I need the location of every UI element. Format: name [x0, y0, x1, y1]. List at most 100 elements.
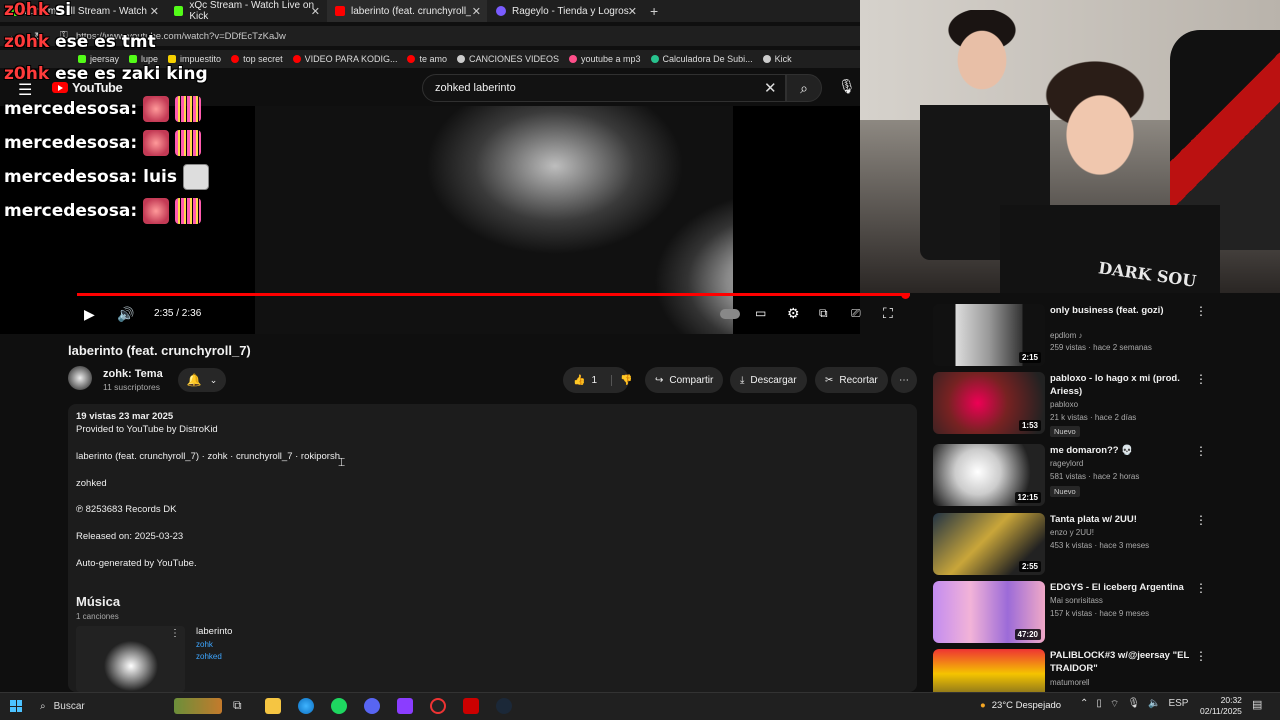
- channel-name[interactable]: zohk: Tema: [103, 368, 163, 380]
- recommendation-channel[interactable]: Mai sonrisitass: [1050, 596, 1103, 605]
- recommendation-title[interactable]: PALIBLOCK#3 w/@jeersay "EL TRAIDOR": [1050, 649, 1190, 675]
- video-thumbnail[interactable]: 2:55: [933, 513, 1045, 575]
- recommendation-channel[interactable]: rageylord: [1050, 459, 1083, 468]
- weather-widget[interactable]: ● 23°C Despejado: [980, 700, 1061, 711]
- spotify-icon[interactable]: [331, 698, 347, 714]
- more-icon[interactable]: ⋮: [1195, 372, 1207, 386]
- new-tab-icon[interactable]: +: [650, 3, 658, 19]
- tab-xqc[interactable]: xQc Stream - Watch Live on Kick ✕: [166, 0, 326, 22]
- video-thumbnail[interactable]: 47:20: [933, 581, 1045, 643]
- close-icon[interactable]: ✕: [311, 5, 320, 18]
- tab-rageylo[interactable]: Rageylo - Tienda y Logros ✕: [488, 0, 643, 22]
- kick-icon: [78, 55, 86, 63]
- more-icon[interactable]: ⋮: [1195, 444, 1207, 458]
- list-item[interactable]: 2:55 Tanta plata w/ 2UU! enzo y 2UU! 453…: [933, 513, 1273, 577]
- bell-icon: 🔔: [186, 373, 202, 387]
- bookmark-impuestito[interactable]: impuestito: [168, 54, 221, 64]
- steam-icon[interactable]: [496, 698, 512, 714]
- cast-icon[interactable]: ⎚: [851, 306, 861, 321]
- microphone-icon[interactable]: 🎙: [1127, 698, 1140, 711]
- bookmark-youtube-mp3[interactable]: youtube a mp3: [569, 54, 641, 64]
- bookmark-kick[interactable]: Kick: [762, 54, 792, 64]
- language-indicator[interactable]: ESP: [1168, 698, 1188, 711]
- song-thumbnail[interactable]: [76, 626, 185, 692]
- recommendation-title[interactable]: me domaron?? 💀: [1050, 444, 1190, 457]
- calculator-icon: [650, 55, 659, 63]
- song-artist[interactable]: zohk: [196, 640, 213, 649]
- video-app-icon[interactable]: [463, 698, 479, 714]
- thumbs-down-icon[interactable]: 👎: [611, 374, 632, 386]
- video-thumbnail[interactable]: [933, 649, 1045, 692]
- thumbs-up-icon: 👍: [573, 374, 586, 386]
- fullscreen-icon[interactable]: ⛶: [883, 305, 893, 322]
- discord-icon[interactable]: [364, 698, 380, 714]
- clip-button[interactable]: ✂ Recortar: [815, 367, 888, 393]
- bookmark-lupe[interactable]: lupe: [129, 54, 158, 64]
- like-button[interactable]: 👍 1 👎: [563, 367, 632, 393]
- song-album[interactable]: zohked: [196, 652, 222, 661]
- recommendation-channel[interactable]: pabloxo: [1050, 400, 1078, 409]
- windows-start-icon[interactable]: [10, 700, 22, 712]
- bookmark-canciones[interactable]: CANCIONES VIDEOS: [456, 54, 559, 64]
- description-panel[interactable]: 19 vistas 23 mar 2025 Provided to YouTub…: [68, 404, 917, 692]
- bookmark-calculadora[interactable]: Calculadora De Subi...: [650, 54, 753, 64]
- video-thumbnail[interactable]: 2:15: [933, 304, 1045, 366]
- miniplayer-icon[interactable]: ⧉: [819, 306, 828, 321]
- bookmark-jeersay[interactable]: jeersay: [78, 54, 119, 64]
- subtitles-icon[interactable]: ▭: [755, 306, 766, 320]
- more-icon[interactable]: ⋮: [1195, 304, 1207, 318]
- song-title[interactable]: laberinto: [196, 626, 232, 637]
- more-actions-button[interactable]: ⋯: [891, 367, 917, 393]
- close-icon[interactable]: ✕: [472, 5, 481, 18]
- list-item[interactable]: 12:15 me domaron?? 💀 rageylord 581 vista…: [933, 444, 1273, 508]
- more-icon[interactable]: ⋮: [1195, 513, 1207, 527]
- network-icon[interactable]: ⌔: [1110, 698, 1119, 711]
- list-item[interactable]: 47:20 EDGYS - El iceberg Argentina Mai s…: [933, 581, 1273, 645]
- battery-icon[interactable]: ▯: [1096, 698, 1102, 711]
- chevron-up-icon[interactable]: ⌃: [1080, 698, 1088, 711]
- autoplay-toggle[interactable]: [720, 309, 740, 319]
- file-explorer-icon[interactable]: [265, 698, 281, 714]
- more-icon[interactable]: ⋮: [1195, 649, 1207, 663]
- video-thumbnail[interactable]: 12:15: [933, 444, 1045, 506]
- edge-icon[interactable]: [298, 698, 314, 714]
- list-item[interactable]: 1:53 pabloxo - lo hago x mi (prod. Aries…: [933, 372, 1273, 437]
- volume-icon[interactable]: 🔈: [1148, 698, 1160, 711]
- bookmark-top-secret[interactable]: top secret: [231, 54, 283, 64]
- taskbar-clock[interactable]: 20:32 02/11/2025: [1200, 695, 1242, 717]
- notifications-icon[interactable]: ▤: [1252, 698, 1262, 711]
- close-icon[interactable]: ✕: [628, 5, 637, 18]
- settings-icon[interactable]: ⚙: [787, 305, 800, 322]
- recommendation-channel[interactable]: epdlom ♪: [1050, 331, 1082, 340]
- recommendation-title[interactable]: pabloxo - lo hago x mi (prod. Ariess): [1050, 372, 1190, 398]
- search-highlight-image[interactable]: [174, 698, 222, 714]
- clear-search-icon[interactable]: ✕: [764, 79, 777, 97]
- obs-icon[interactable]: [430, 698, 446, 714]
- recommendation-channel[interactable]: matumorell: [1050, 678, 1090, 687]
- more-icon[interactable]: ⋮: [170, 628, 180, 639]
- download-button[interactable]: ⤓ Descargar: [730, 367, 807, 393]
- canva-icon[interactable]: [397, 698, 413, 714]
- list-item[interactable]: PALIBLOCK#3 w/@jeersay "EL TRAIDOR" matu…: [933, 649, 1273, 692]
- close-icon[interactable]: ✕: [150, 5, 159, 18]
- more-icon[interactable]: ⋮: [1195, 581, 1207, 595]
- list-item[interactable]: 2:15 only business (feat. gozi) epdlom ♪…: [933, 304, 1273, 368]
- bookmark-te-amo[interactable]: te amo: [407, 54, 447, 64]
- microphone-icon[interactable]: 🎙: [838, 78, 856, 95]
- recommendation-channel[interactable]: enzo y 2UU!: [1050, 528, 1094, 537]
- recommendation-title[interactable]: only business (feat. gozi): [1050, 304, 1190, 317]
- recommendation-title[interactable]: Tanta plata w/ 2UU!: [1050, 513, 1190, 526]
- avatar[interactable]: [68, 366, 92, 390]
- recommendation-title[interactable]: EDGYS - El iceberg Argentina: [1050, 581, 1190, 594]
- video-thumbnail[interactable]: 1:53: [933, 372, 1045, 434]
- share-button[interactable]: ↪ Compartir: [645, 367, 724, 393]
- bookmark-video-kodig[interactable]: VIDEO PARA KODIG...: [292, 54, 397, 64]
- volume-icon[interactable]: 🔊: [117, 306, 134, 323]
- task-view-icon[interactable]: ⧉: [233, 698, 249, 714]
- search-input[interactable]: zohked laberinto: [422, 74, 786, 102]
- play-icon[interactable]: ▶: [84, 306, 95, 323]
- tab-youtube[interactable]: laberinto (feat. crunchyroll_7) - Yo ✕: [327, 0, 487, 22]
- search-button[interactable]: ⌕: [786, 74, 822, 102]
- subscribe-bell-button[interactable]: 🔔 ⌄: [178, 368, 226, 392]
- recommendation-meta: 21 k vistas · hace 2 días: [1050, 413, 1137, 422]
